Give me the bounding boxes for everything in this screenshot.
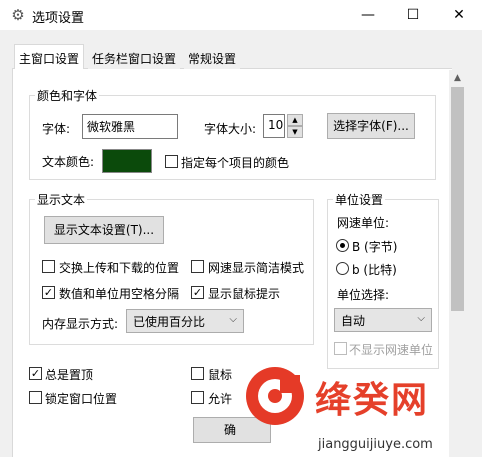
lock-window-checkbox[interactable]: [29, 391, 42, 404]
mouse-tip-checkbox[interactable]: ✓: [191, 286, 204, 299]
allow-option-checkbox[interactable]: [191, 391, 204, 404]
text-color-swatch[interactable]: [102, 149, 152, 173]
hide-unit-checkbox[interactable]: [334, 342, 347, 355]
mouse-option-label: 鼠标: [208, 368, 233, 382]
speed-unit-label: 网速单位:: [337, 216, 390, 230]
gear-icon: ⚙: [11, 6, 25, 24]
display-text-group-title: 显示文本: [35, 191, 88, 208]
tab-main-window[interactable]: 主窗口设置: [14, 44, 85, 69]
hide-unit-label: 不显示网速单位: [349, 343, 434, 357]
size-up-icon[interactable]: ▲: [287, 114, 303, 126]
watermark-url: jiangguijiuye.com: [318, 437, 433, 452]
chevron-down-icon: ⌵: [417, 313, 425, 324]
unit-select[interactable]: 自动 ⌵: [334, 308, 432, 332]
bit-radio[interactable]: [336, 262, 349, 275]
swap-updown-checkbox[interactable]: [42, 260, 55, 273]
byte-radio-label: B (字节): [352, 240, 398, 254]
memory-display-value: 已使用百分比: [133, 315, 206, 329]
font-size-label: 字体大小:: [204, 122, 257, 136]
always-top-label: 总是置顶: [45, 368, 94, 382]
always-top-checkbox[interactable]: ✓: [29, 367, 42, 380]
simple-mode-label: 网速显示简洁模式: [208, 261, 305, 275]
unit-select-label: 单位选择:: [337, 288, 390, 302]
close-button[interactable]: ✕: [436, 0, 482, 30]
font-name-field[interactable]: 微软雅黑: [82, 114, 178, 139]
simple-mode-checkbox[interactable]: [191, 260, 204, 273]
per-item-color-label: 指定每个项目的颜色: [181, 156, 290, 170]
memory-display-select[interactable]: 已使用百分比 ⌵: [126, 309, 244, 333]
bit-radio-label: b (比特): [352, 263, 397, 277]
swap-updown-label: 交换上传和下载的位置: [59, 261, 180, 275]
scroll-up-icon[interactable]: ▲: [449, 70, 466, 87]
maximize-button[interactable]: ☐: [390, 0, 436, 30]
color-font-group-title: 颜色和字体: [35, 87, 100, 104]
unit-select-value: 自动: [341, 314, 366, 328]
tab-taskbar-window[interactable]: 任务栏窗口设置: [88, 47, 181, 69]
mouse-tip-label: 显示鼠标提示: [208, 287, 281, 301]
font-size-field[interactable]: 10: [263, 114, 285, 138]
space-separate-label: 数值和单位用空格分隔: [59, 287, 180, 301]
mouse-option-checkbox[interactable]: [191, 367, 204, 380]
size-down-icon[interactable]: ▼: [287, 126, 303, 138]
allow-option-label: 允许: [208, 392, 233, 406]
unit-group-title: 单位设置: [333, 191, 386, 208]
watermark-logo: [246, 367, 304, 425]
font-label: 字体:: [42, 122, 71, 136]
chevron-down-icon: ⌵: [229, 314, 237, 325]
text-color-label: 文本颜色:: [42, 155, 95, 169]
lock-window-label: 锁定窗口位置: [45, 392, 118, 406]
minimize-button[interactable]: —: [345, 0, 391, 30]
memory-display-label: 内存显示方式:: [42, 317, 119, 331]
scrollbar-thumb[interactable]: [451, 87, 464, 311]
per-item-color-checkbox[interactable]: [165, 155, 178, 168]
watermark-text: 绛癸网: [315, 380, 430, 421]
byte-radio[interactable]: [336, 239, 349, 252]
tab-general[interactable]: 常规设置: [184, 47, 241, 69]
window-title: 选项设置: [32, 11, 85, 26]
choose-font-button[interactable]: 选择字体(F)...: [327, 113, 415, 139]
space-separate-checkbox[interactable]: ✓: [42, 286, 55, 299]
display-text-settings-button[interactable]: 显示文本设置(T)...: [44, 216, 164, 244]
